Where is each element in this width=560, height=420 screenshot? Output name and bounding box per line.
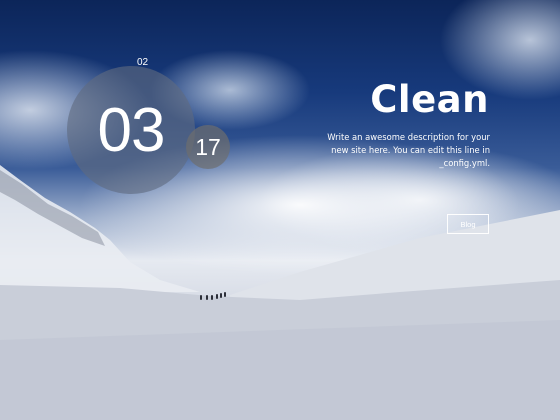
snow-mountain-landscape <box>0 165 560 420</box>
site-description: Write an awesome description for your ne… <box>327 132 490 168</box>
hiker-figure <box>216 294 218 299</box>
hiker-figure <box>206 295 208 300</box>
blog-button[interactable]: Blog <box>447 214 489 234</box>
date-day-circle: 03 <box>67 66 195 194</box>
hero-background <box>0 0 560 420</box>
hiker-figure <box>224 292 226 297</box>
site-title: Clean <box>370 78 489 121</box>
date-month: 02 <box>137 57 149 68</box>
date-year-circle: 17 <box>186 125 230 169</box>
hiker-figure <box>220 293 222 298</box>
date-year: 17 <box>195 133 221 160</box>
hiker-figure <box>211 295 213 300</box>
hiker-figure <box>200 295 202 300</box>
date-day: 03 <box>97 95 166 165</box>
